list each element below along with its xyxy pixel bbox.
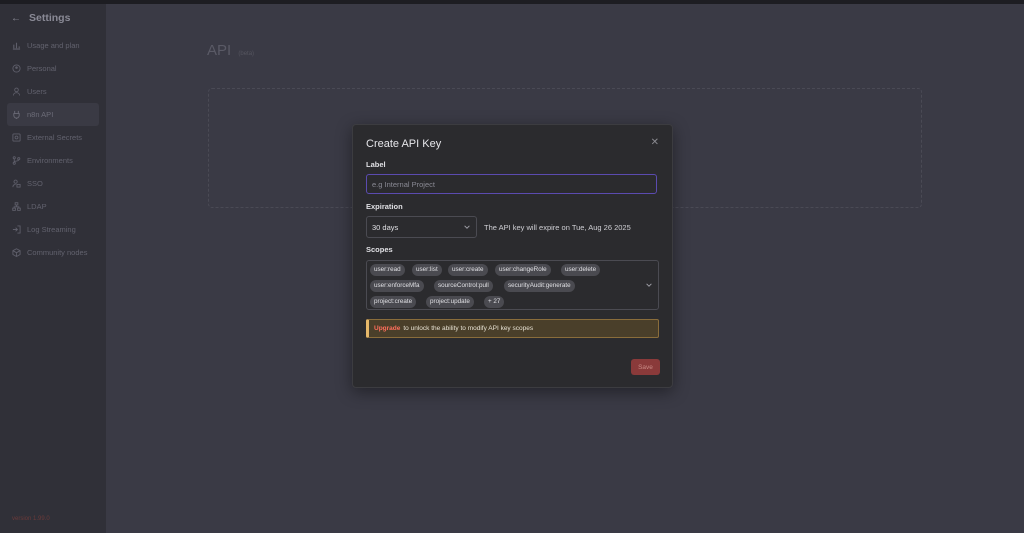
upgrade-banner: Upgrade to unlock the ability to modify … bbox=[366, 319, 659, 338]
scope-tag: user:create bbox=[448, 264, 488, 276]
settings-title: Settings bbox=[29, 12, 71, 24]
scope-tag: user:read bbox=[370, 264, 405, 276]
sidebar-item-label: Users bbox=[27, 87, 47, 96]
user-lock-icon bbox=[12, 179, 21, 188]
user-icon bbox=[12, 87, 21, 96]
sidebar-item-users[interactable]: Users bbox=[7, 80, 99, 103]
sidebar-item-external-secrets[interactable]: External Secrets bbox=[7, 126, 99, 149]
expiration-value: 30 days bbox=[372, 222, 399, 232]
label-input[interactable] bbox=[366, 174, 657, 194]
scope-tag: user:changeRole bbox=[495, 264, 551, 276]
scope-tag: user:enforceMfa bbox=[370, 280, 424, 292]
sidebar-item-n8n-api[interactable]: n8n API bbox=[7, 103, 99, 126]
expiration-heading: Expiration bbox=[366, 202, 403, 211]
upgrade-link[interactable]: Upgrade bbox=[374, 325, 400, 332]
save-button[interactable]: Save bbox=[631, 359, 660, 375]
sidebar-item-label: Personal bbox=[27, 64, 57, 73]
sidebar-item-log-streaming[interactable]: Log Streaming bbox=[7, 218, 99, 241]
sidebar-item-environments[interactable]: Environments bbox=[7, 149, 99, 172]
sidebar-item-usage-and-plan[interactable]: Usage and plan bbox=[7, 34, 99, 57]
scope-tag: project:create bbox=[370, 296, 417, 308]
expiration-note: The API key will expire on Tue, Aug 26 2… bbox=[484, 223, 631, 232]
chevron-down-icon bbox=[645, 281, 653, 289]
sidebar-item-label: n8n API bbox=[27, 110, 54, 119]
sidebar-item-ldap[interactable]: LDAP bbox=[7, 195, 99, 218]
sidebar-item-label: Environments bbox=[27, 156, 73, 165]
scope-tag: sourceControl:pull bbox=[434, 280, 493, 292]
scopes-heading: Scopes bbox=[366, 245, 393, 254]
page-title-text: API bbox=[207, 42, 232, 59]
sidebar-item-personal[interactable]: Personal bbox=[7, 57, 99, 80]
sidebar-item-label: Community nodes bbox=[27, 248, 88, 257]
scope-more-tag: + 27 bbox=[484, 296, 505, 308]
scope-tag: user:list bbox=[412, 264, 442, 276]
cube-icon bbox=[12, 248, 21, 257]
user-circle-icon bbox=[12, 64, 21, 73]
plug-icon bbox=[12, 110, 21, 119]
upgrade-banner-text: to unlock the ability to modify API key … bbox=[403, 325, 534, 332]
sidebar-item-label: SSO bbox=[27, 179, 43, 188]
back-arrow-icon[interactable]: ← bbox=[11, 13, 21, 24]
version-label: version 1.99.0 bbox=[12, 516, 50, 522]
network-icon bbox=[12, 202, 21, 211]
scope-tag: project:update bbox=[426, 296, 474, 308]
sidebar-item-sso[interactable]: SSO bbox=[7, 172, 99, 195]
create-api-key-modal: Create API Key ✕ Label Expiration 30 day… bbox=[352, 124, 673, 388]
code-branch-icon bbox=[12, 156, 21, 165]
chart-bar-icon bbox=[12, 41, 21, 50]
scope-tag: securityAudit:generate bbox=[504, 280, 575, 292]
sidebar-item-label: LDAP bbox=[27, 202, 47, 211]
vault-icon bbox=[12, 133, 21, 142]
scope-tag: user:delete bbox=[561, 264, 601, 276]
beta-badge: (beta) bbox=[238, 51, 255, 57]
sign-in-icon bbox=[12, 225, 21, 234]
sidebar-item-community-nodes[interactable]: Community nodes bbox=[7, 241, 99, 264]
sidebar-item-label: Usage and plan bbox=[27, 41, 80, 50]
sidebar-item-label: External Secrets bbox=[27, 133, 83, 142]
sidebar: ← Settings Usage and plan Personal Users… bbox=[0, 4, 106, 533]
sidebar-item-label: Log Streaming bbox=[27, 225, 76, 234]
scopes-select[interactable]: user:read user:list user:create user:cha… bbox=[366, 260, 659, 310]
expiration-select[interactable]: 30 days bbox=[366, 216, 477, 238]
modal-title: Create API Key bbox=[366, 138, 442, 150]
settings-header[interactable]: ← Settings bbox=[0, 4, 106, 32]
close-icon[interactable]: ✕ bbox=[651, 137, 659, 148]
label-heading: Label bbox=[366, 160, 386, 169]
page-title: API (beta) bbox=[207, 42, 254, 59]
chevron-down-icon bbox=[463, 223, 471, 231]
